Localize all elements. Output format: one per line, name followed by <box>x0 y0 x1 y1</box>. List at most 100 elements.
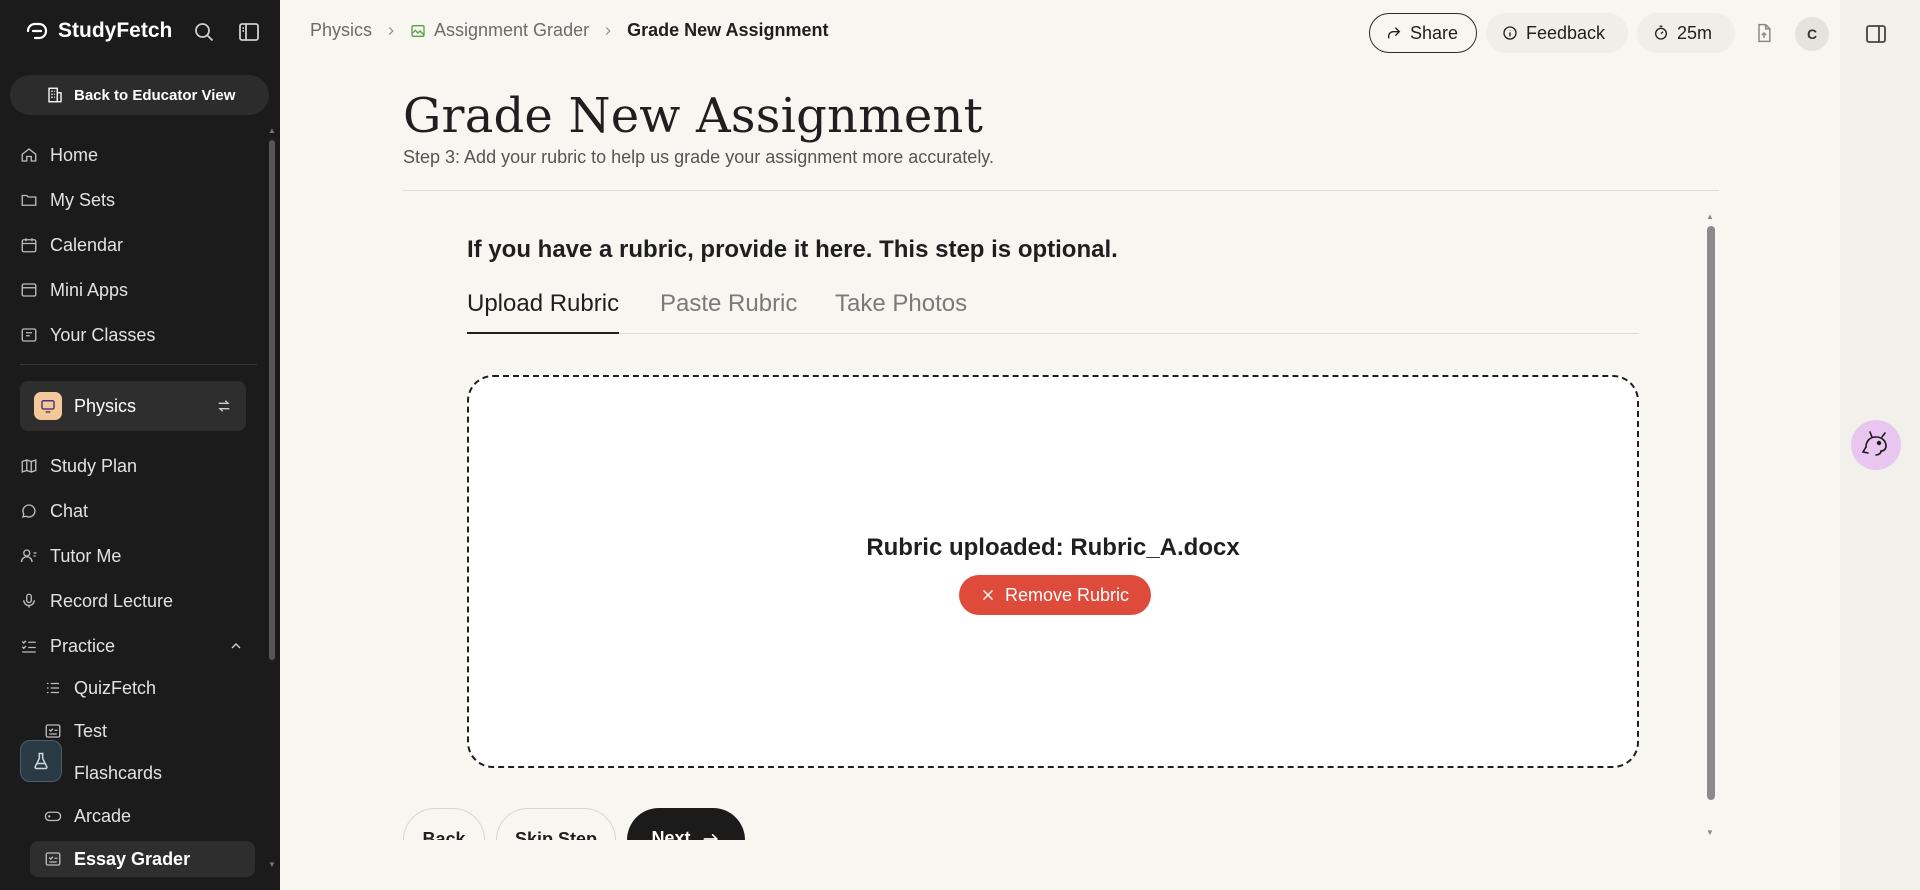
lab-button[interactable] <box>20 740 62 782</box>
stopwatch-icon <box>1655 25 1667 40</box>
arrow-right-icon <box>703 834 718 840</box>
share-button[interactable]: Share <box>1369 13 1477 53</box>
sidebar-item-mini-apps[interactable]: Mini Apps <box>20 272 128 308</box>
next-label: Next <box>651 828 691 840</box>
sidebar-scroll-down-icon[interactable]: ▼ <box>268 860 276 869</box>
chevron-right-icon <box>605 26 611 35</box>
assistant-mascot-button[interactable] <box>1851 420 1901 470</box>
sidebar-item-label: Mini Apps <box>50 279 129 300</box>
page-title: Grade New Assignment <box>403 88 984 144</box>
chevron-right-icon <box>388 26 394 35</box>
calendar-icon <box>21 238 37 253</box>
image-icon <box>411 24 425 37</box>
sidebar-item-practice[interactable]: Practice <box>20 628 115 664</box>
close-icon <box>983 590 993 600</box>
skip-step-label: Skip Step <box>514 829 598 840</box>
test-icon <box>45 724 61 738</box>
next-button[interactable]: Next <box>627 808 745 840</box>
header-divider <box>403 190 1719 191</box>
back-to-educator-label: Back to Educator View <box>74 86 236 104</box>
section-title: If you have a rubric, provide it here. T… <box>467 236 1118 263</box>
share-label: Share <box>1410 22 1459 43</box>
rubric-tabs: Upload Rubric Paste Rubric Take Photos <box>467 290 1639 334</box>
main-scroll-up-icon[interactable]: ▲ <box>1706 212 1714 221</box>
timer-label: 25m <box>1677 22 1713 43</box>
tab-paste-rubric[interactable]: Paste Rubric <box>660 290 797 328</box>
sidebar-item-label: QuizFetch <box>74 677 157 698</box>
rubric-dropzone[interactable]: Rubric uploaded: Rubric_A.docx Remove Ru… <box>467 375 1639 768</box>
skip-step-button[interactable]: Skip Step <box>496 808 616 840</box>
user-avatar[interactable]: C <box>1795 17 1829 51</box>
breadcrumb-physics[interactable]: Physics <box>310 20 372 41</box>
back-button[interactable]: Back <box>403 808 485 840</box>
class-avatar <box>34 392 62 420</box>
sidebar-item-tutor-me[interactable]: Tutor Me <box>20 538 121 574</box>
tab-upload-rubric[interactable]: Upload Rubric <box>467 290 620 334</box>
sidebar-item-label: Tutor Me <box>50 545 122 566</box>
sidebar-item-label: Home <box>50 144 99 165</box>
dog-mascot-icon <box>1861 431 1887 456</box>
sidebar-item-home[interactable]: Home <box>20 137 98 173</box>
back-label: Back <box>422 829 466 840</box>
sidebar-item-my-sets[interactable]: My Sets <box>20 182 115 218</box>
uploaded-file-text: Rubric uploaded: Rubric_A.docx <box>866 534 1240 561</box>
breadcrumb-label: Assignment Grader <box>434 20 590 40</box>
home-icon <box>21 148 37 162</box>
breadcrumb-assignment-grader[interactable]: Assignment Grader <box>410 20 589 41</box>
breadcrumb-current: Grade New Assignment <box>627 20 829 40</box>
feedback-label: Feedback <box>1526 22 1606 43</box>
back-to-educator-view-button[interactable]: Back to Educator View <box>10 75 269 115</box>
chat-bubble-icon <box>22 504 36 518</box>
sidebar-item-your-classes[interactable]: Your Classes <box>20 317 155 353</box>
feedback-button[interactable]: Feedback <box>1486 13 1628 53</box>
tab-take-photos[interactable]: Take Photos <box>835 290 967 328</box>
timer-button[interactable]: 25m <box>1637 13 1735 53</box>
info-icon <box>1503 26 1517 40</box>
sidebar-item-calendar[interactable]: Calendar <box>20 227 123 263</box>
sidebar-item-label: Chat <box>50 500 89 521</box>
brand-logo[interactable]: StudyFetch <box>24 18 172 44</box>
sidebar-scroll-up-icon[interactable]: ▲ <box>268 126 276 135</box>
sidebar-item-quizfetch[interactable]: QuizFetch <box>44 670 156 706</box>
building-icon <box>48 87 62 103</box>
microphone-icon <box>23 593 35 608</box>
sidebar-item-label: Essay Grader <box>74 848 191 869</box>
remove-rubric-label: Remove Rubric <box>1004 584 1130 605</box>
sidebar-item-study-plan[interactable]: Study Plan <box>20 448 137 484</box>
classes-icon <box>21 328 37 342</box>
sidebar-item-label: Calendar <box>50 234 124 255</box>
search-icon[interactable] <box>192 20 216 44</box>
sidebar-item-label: Study Plan <box>50 455 138 476</box>
sidebar-item-chat[interactable]: Chat <box>20 493 88 529</box>
sidebar-item-label: Test <box>74 720 108 741</box>
app-root: StudyFetch Back to Educator View Home My… <box>0 0 1920 890</box>
class-switcher[interactable]: Physics <box>20 381 246 431</box>
sidebar-toggle-icon[interactable] <box>237 20 261 44</box>
list-icon <box>47 682 59 694</box>
footer-actions: Back Skip Step Next <box>0 808 1840 840</box>
studyfetch-logo-icon <box>26 22 48 40</box>
sidebar-scrollbar[interactable] <box>269 140 275 660</box>
chevron-up-icon[interactable] <box>228 638 244 654</box>
brand-name: StudyFetch <box>58 19 173 42</box>
flask-icon <box>34 752 48 770</box>
window-icon <box>21 283 37 297</box>
sidebar-item-record-lecture[interactable]: Record Lecture <box>20 583 173 619</box>
checklist-icon <box>21 640 36 653</box>
page-subtitle: Step 3: Add your rubric to help us grade… <box>403 147 994 167</box>
sidebar-divider <box>20 364 257 365</box>
class-name: Physics <box>74 395 137 416</box>
remove-rubric-button[interactable]: Remove Rubric <box>959 575 1151 615</box>
breadcrumb: Physics Assignment Grader Grade New Assi… <box>310 20 828 41</box>
sidebar-item-label: Record Lecture <box>50 590 174 611</box>
main-scrollbar[interactable] <box>1707 226 1715 800</box>
share-icon <box>1388 27 1401 39</box>
sidebar-item-essay-grader[interactable]: Essay Grader <box>44 841 190 877</box>
folder-icon <box>21 194 37 206</box>
map-icon <box>21 459 37 473</box>
upload-document-icon[interactable] <box>1754 22 1774 44</box>
sidebar-item-label: My Sets <box>50 189 116 210</box>
swap-arrows-icon <box>218 400 230 412</box>
monitor-icon <box>41 400 55 413</box>
panel-toggle-icon[interactable] <box>1864 22 1888 46</box>
